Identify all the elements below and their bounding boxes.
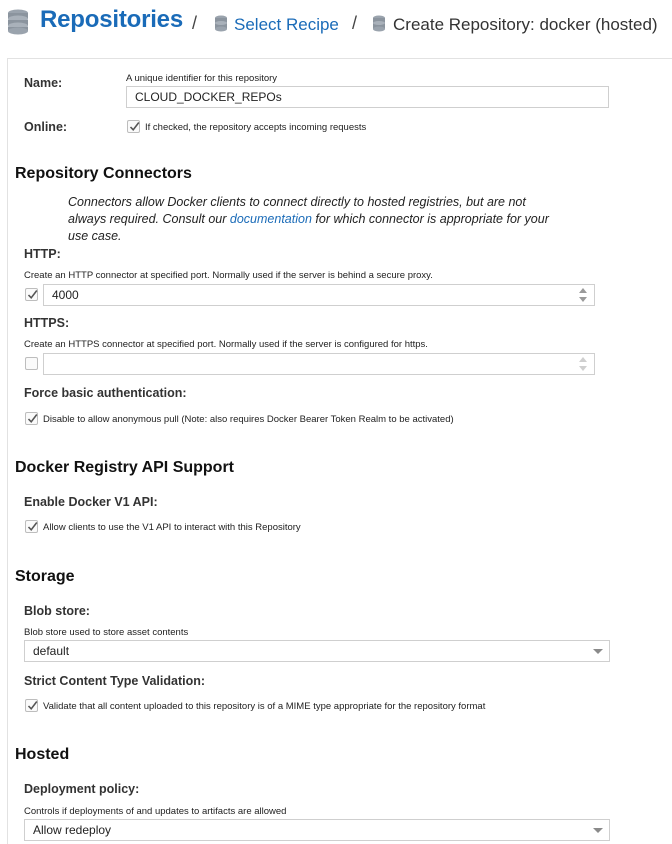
header-bar: Repositories / Select Recipe / Create Re… xyxy=(0,0,672,50)
name-label: Name: xyxy=(24,76,63,90)
v1-api-label: Enable Docker V1 API: xyxy=(24,495,158,509)
storage-heading: Storage xyxy=(15,568,75,585)
deploy-policy-hint: Controls if deployments of and updates t… xyxy=(24,806,287,817)
strict-validation-checkbox[interactable] xyxy=(25,699,38,712)
documentation-link[interactable]: documentation xyxy=(230,212,312,226)
checkmark-icon xyxy=(129,122,140,132)
http-label: HTTP: xyxy=(24,247,61,261)
https-hint: Create an HTTPS connector at specified p… xyxy=(24,339,428,350)
database-icon xyxy=(373,15,385,32)
spinner-arrows-icon[interactable] xyxy=(578,355,588,373)
blob-store-select[interactable]: default xyxy=(24,640,610,662)
connectors-description: Connectors allow Docker clients to conne… xyxy=(68,194,558,245)
strict-validation-text: Validate that all content uploaded to th… xyxy=(43,701,486,712)
name-input[interactable]: CLOUD_DOCKER_REPOs xyxy=(126,86,609,108)
api-heading: Docker Registry API Support xyxy=(15,459,235,476)
breadcrumb-select-recipe[interactable]: Select Recipe xyxy=(234,15,339,35)
http-port-input[interactable]: 4000 xyxy=(43,284,595,306)
breadcrumb-separator: / xyxy=(192,13,198,33)
checkmark-icon xyxy=(27,414,38,424)
deploy-policy-select[interactable]: Allow redeploy xyxy=(24,819,610,841)
online-text: If checked, the repository accepts incom… xyxy=(145,122,367,133)
force-auth-checkbox[interactable] xyxy=(25,412,38,425)
page-title[interactable]: Repositories xyxy=(40,6,183,34)
v1-api-text: Allow clients to use the V1 API to inter… xyxy=(43,522,301,533)
name-hint: A unique identifier for this repository xyxy=(126,73,278,84)
checkmark-icon xyxy=(27,290,38,300)
force-auth-text: Disable to allow anonymous pull (Note: a… xyxy=(43,414,454,425)
https-port-input[interactable] xyxy=(43,353,595,375)
https-label: HTTPS: xyxy=(24,316,70,330)
chevron-down-icon[interactable] xyxy=(593,828,603,833)
online-label: Online: xyxy=(24,120,68,134)
checkmark-icon xyxy=(27,522,38,532)
v1-api-checkbox[interactable] xyxy=(25,520,38,533)
breadcrumb-separator: / xyxy=(352,13,358,33)
database-icon xyxy=(215,15,227,32)
spinner-arrows-icon[interactable] xyxy=(578,286,588,304)
http-checkbox[interactable] xyxy=(25,288,38,301)
hosted-heading: Hosted xyxy=(15,746,70,763)
online-checkbox[interactable] xyxy=(127,120,140,133)
blob-store-hint: Blob store used to store asset contents xyxy=(24,627,189,638)
database-icon xyxy=(8,9,28,35)
chevron-down-icon[interactable] xyxy=(593,649,603,654)
breadcrumb-current: Create Repository: docker (hosted) xyxy=(393,15,658,34)
force-auth-label: Force basic authentication: xyxy=(24,386,187,400)
blob-store-label: Blob store: xyxy=(24,604,90,618)
strict-validation-label: Strict Content Type Validation: xyxy=(24,674,206,688)
checkmark-icon xyxy=(27,701,38,711)
http-hint: Create an HTTP connector at specified po… xyxy=(24,270,433,281)
deploy-policy-label: Deployment policy: xyxy=(24,782,140,796)
https-checkbox[interactable] xyxy=(25,357,38,370)
connectors-heading: Repository Connectors xyxy=(15,165,192,182)
